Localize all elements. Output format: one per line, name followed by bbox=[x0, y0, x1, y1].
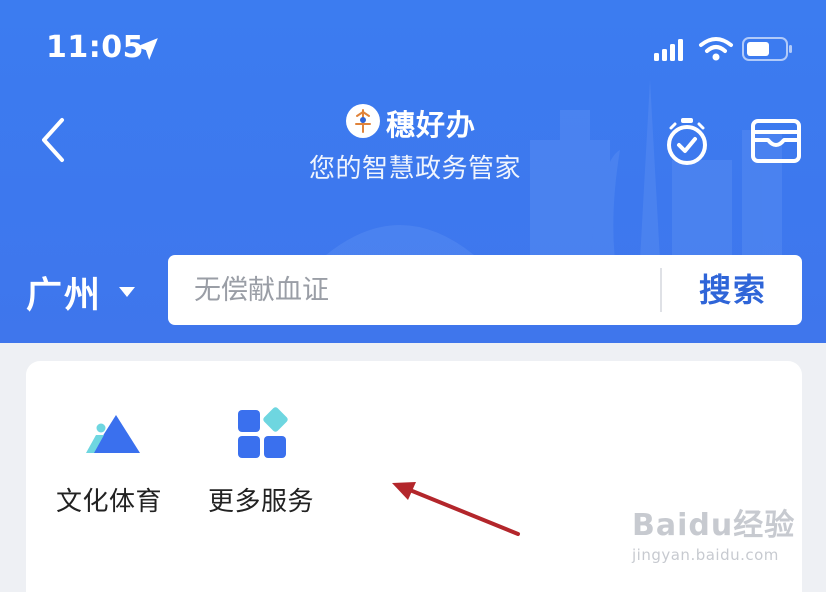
wallet-card-icon[interactable] bbox=[750, 118, 802, 164]
app-subtitle: 您的智慧政务管家 bbox=[308, 154, 521, 184]
stopwatch-icon[interactable] bbox=[664, 116, 710, 168]
app-name: 穗好办 bbox=[386, 108, 477, 142]
search-bar: 搜索 bbox=[168, 255, 802, 325]
cellular-signal-icon bbox=[654, 39, 683, 61]
baidu-watermark: Baidu经验 jingyan.baidu.com bbox=[632, 500, 812, 580]
service-label: 更多服务 bbox=[207, 487, 314, 517]
watermark-url: jingyan.baidu.com bbox=[632, 546, 779, 564]
service-item-culture-sports[interactable]: 文化体育 bbox=[44, 407, 174, 518]
status-bar: 11:05 bbox=[0, 0, 826, 100]
city-name: 广州 bbox=[26, 275, 103, 316]
triangle-culture-icon bbox=[86, 415, 140, 453]
search-divider bbox=[660, 268, 662, 312]
back-arrow-icon[interactable] bbox=[36, 114, 72, 166]
battery-icon bbox=[742, 37, 792, 61]
service-label: 文化体育 bbox=[55, 487, 162, 517]
status-time: 11:05 bbox=[46, 30, 144, 65]
city-selector[interactable]: 广州 bbox=[26, 264, 136, 320]
app-header: 11:05 穗好办 您的智慧政务管家 广州 无偿献血证 搜索 bbox=[0, 0, 826, 343]
search-input[interactable] bbox=[194, 269, 634, 311]
location-arrow-icon bbox=[136, 38, 158, 60]
search-button[interactable]: 搜索 bbox=[664, 255, 802, 325]
red-arrow-annotation bbox=[392, 482, 520, 536]
service-item-more-services[interactable]: 更多服务 bbox=[196, 407, 326, 518]
logo-icon bbox=[347, 105, 379, 137]
app-logo bbox=[346, 104, 380, 138]
watermark-brand: Baidu经验 bbox=[632, 508, 796, 543]
grid-more-icon bbox=[238, 407, 288, 458]
caret-down-icon bbox=[119, 287, 136, 297]
header-title: 穗好办 您的智慧政务管家 bbox=[300, 100, 530, 190]
wifi-icon bbox=[699, 37, 733, 61]
